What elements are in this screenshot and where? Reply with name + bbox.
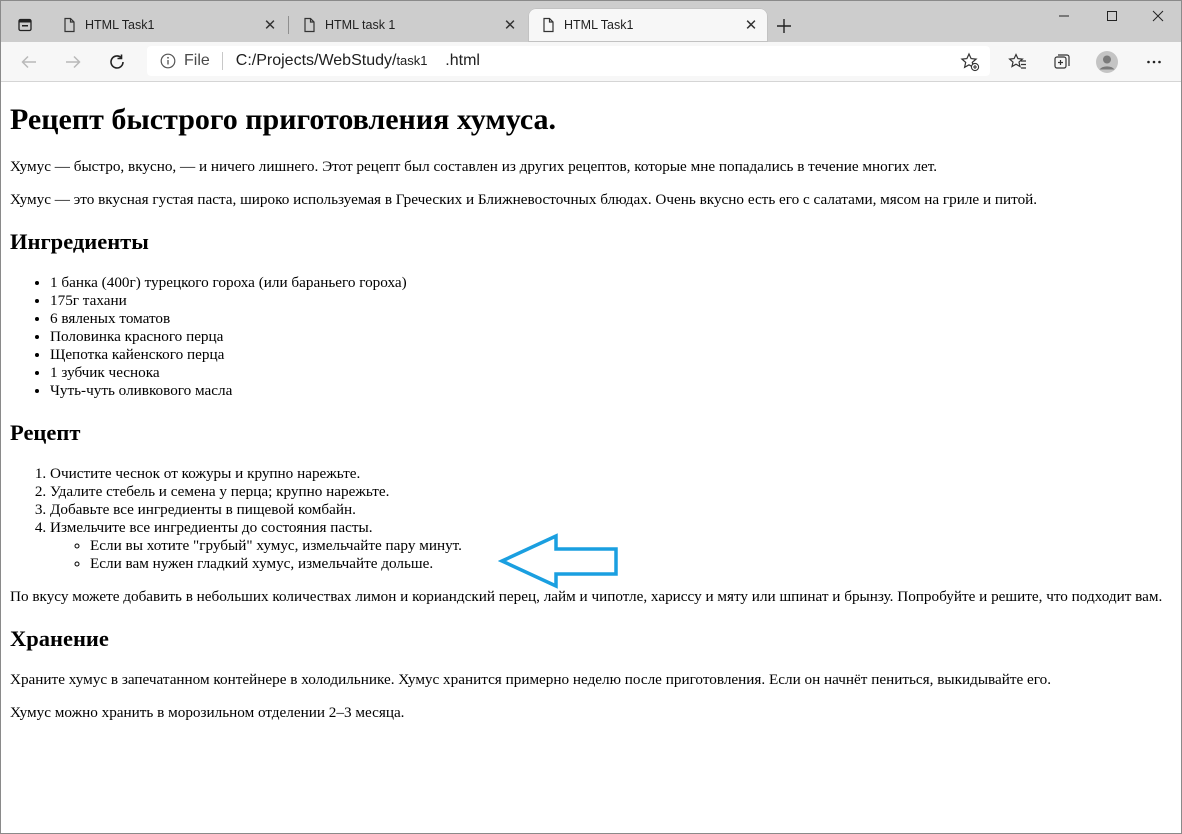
tab-title: HTML task 1: [325, 18, 396, 32]
close-tab-icon[interactable]: ✕: [502, 17, 518, 34]
tab-title: HTML Task1: [85, 18, 155, 32]
storage-paragraph-2: Хумус можно хранить в морозильном отделе…: [10, 704, 405, 721]
collections-button[interactable]: [1046, 46, 1078, 78]
avatar-icon: [1096, 51, 1118, 73]
list-item: Чуть-чуть оливкового масла: [50, 382, 1172, 400]
list-item: Если вы хотите "грубый" хумус, измельчай…: [90, 537, 1172, 555]
step-text: Измельчите все ингредиенты до состояния …: [50, 519, 373, 536]
address-bar[interactable]: File C:/Projects/WebStudy/task1 .html: [147, 46, 990, 76]
tab-1[interactable]: HTML Task1 ✕: [49, 8, 287, 42]
info-icon[interactable]: [160, 53, 176, 69]
back-button[interactable]: [13, 46, 45, 78]
list-item: Половинка красного перца: [50, 328, 1172, 346]
close-window-button[interactable]: [1135, 1, 1181, 31]
list-item: Удалите стебель и семена у перца; крупно…: [50, 483, 1172, 501]
url-prefix: C:/Projects/WebStudy/: [235, 52, 397, 69]
more-icon: [1147, 60, 1161, 64]
arrow-right-icon: [66, 55, 81, 69]
annotation-arrow-icon: [498, 533, 618, 589]
list-item: Очистите чеснок от кожуры и крупно нареж…: [50, 465, 1172, 483]
list-item: Щепотка кайенского перца: [50, 346, 1172, 364]
list-item: 175г тахани: [50, 292, 1172, 310]
favorites-button[interactable]: [1002, 46, 1034, 78]
favorites-icon: [1008, 53, 1026, 69]
browser-window: HTML Task1 ✕ HTML task 1 ✕ HTML Task1 ✕: [0, 0, 1182, 834]
new-tab-button[interactable]: [772, 14, 796, 38]
url-suffix: .html: [427, 52, 480, 69]
url-scheme-label: File: [184, 52, 210, 69]
maximize-icon: [1107, 11, 1117, 21]
url-middle: task1: [396, 53, 428, 68]
list-item: 1 зубчик чеснока: [50, 364, 1172, 382]
list-item: 1 банка (400г) турецкого гороха (или бар…: [50, 274, 1172, 292]
settings-menu-button[interactable]: [1138, 46, 1170, 78]
tab-3-active[interactable]: HTML Task1 ✕: [528, 8, 768, 42]
tab-actions-icon: [18, 18, 32, 32]
intro-paragraph-1: Хумус — быстро, вкусно, — и ничего лишне…: [10, 158, 938, 175]
profile-button[interactable]: [1091, 46, 1123, 78]
arrow-left-icon: [21, 55, 36, 69]
list-item: 6 вяленых томатов: [50, 310, 1172, 328]
ingredients-list: 1 банка (400г) турецкого гороха (или бар…: [10, 274, 1172, 400]
maximize-button[interactable]: [1089, 1, 1135, 31]
recipe-heading: Рецепт: [10, 420, 81, 445]
collections-icon: [1054, 54, 1070, 69]
tab-strip: HTML Task1 ✕ HTML task 1 ✕ HTML Task1 ✕: [1, 1, 1181, 42]
tab-title: HTML Task1: [564, 18, 634, 32]
page-icon: [540, 17, 556, 33]
forward-button[interactable]: [57, 46, 89, 78]
tab-actions-button[interactable]: [9, 10, 41, 40]
page-content: Рецепт быстрого приготовления хумуса. Ху…: [1, 82, 1181, 833]
url-text[interactable]: C:/Projects/WebStudy/task1 .html: [236, 52, 480, 70]
refresh-icon: [110, 54, 124, 69]
close-icon: [1152, 10, 1164, 22]
refresh-button[interactable]: [101, 46, 133, 78]
intro-paragraph-2: Хумус — это вкусная густая паста, широко…: [10, 191, 1038, 208]
toolbar: File C:/Projects/WebStudy/task1 .html: [1, 42, 1181, 82]
ingredients-heading: Ингредиенты: [10, 229, 149, 254]
close-tab-icon[interactable]: ✕: [262, 17, 278, 34]
list-item: Если вам нужен гладкий хумус, измельчайт…: [90, 555, 1172, 573]
tip-paragraph: По вкусу можете добавить в небольших кол…: [10, 588, 1163, 605]
tab-2[interactable]: HTML task 1 ✕: [289, 8, 527, 42]
storage-paragraph-1: Храните хумус в запечатанном контейнере …: [10, 671, 1052, 688]
page-icon: [61, 17, 77, 33]
page-title: Рецепт быстрого приготовления хумуса.: [10, 103, 557, 136]
storage-heading: Хранение: [10, 626, 109, 651]
page-icon: [301, 17, 317, 33]
minimize-icon: [1059, 15, 1069, 17]
list-item: Добавьте все ингредиенты в пищевой комба…: [50, 501, 1172, 519]
plus-icon: [777, 19, 791, 33]
minimize-button[interactable]: [1041, 1, 1087, 31]
url-separator: [221, 52, 223, 70]
close-tab-icon[interactable]: ✕: [743, 17, 759, 34]
add-favorite-icon[interactable]: [960, 52, 980, 72]
